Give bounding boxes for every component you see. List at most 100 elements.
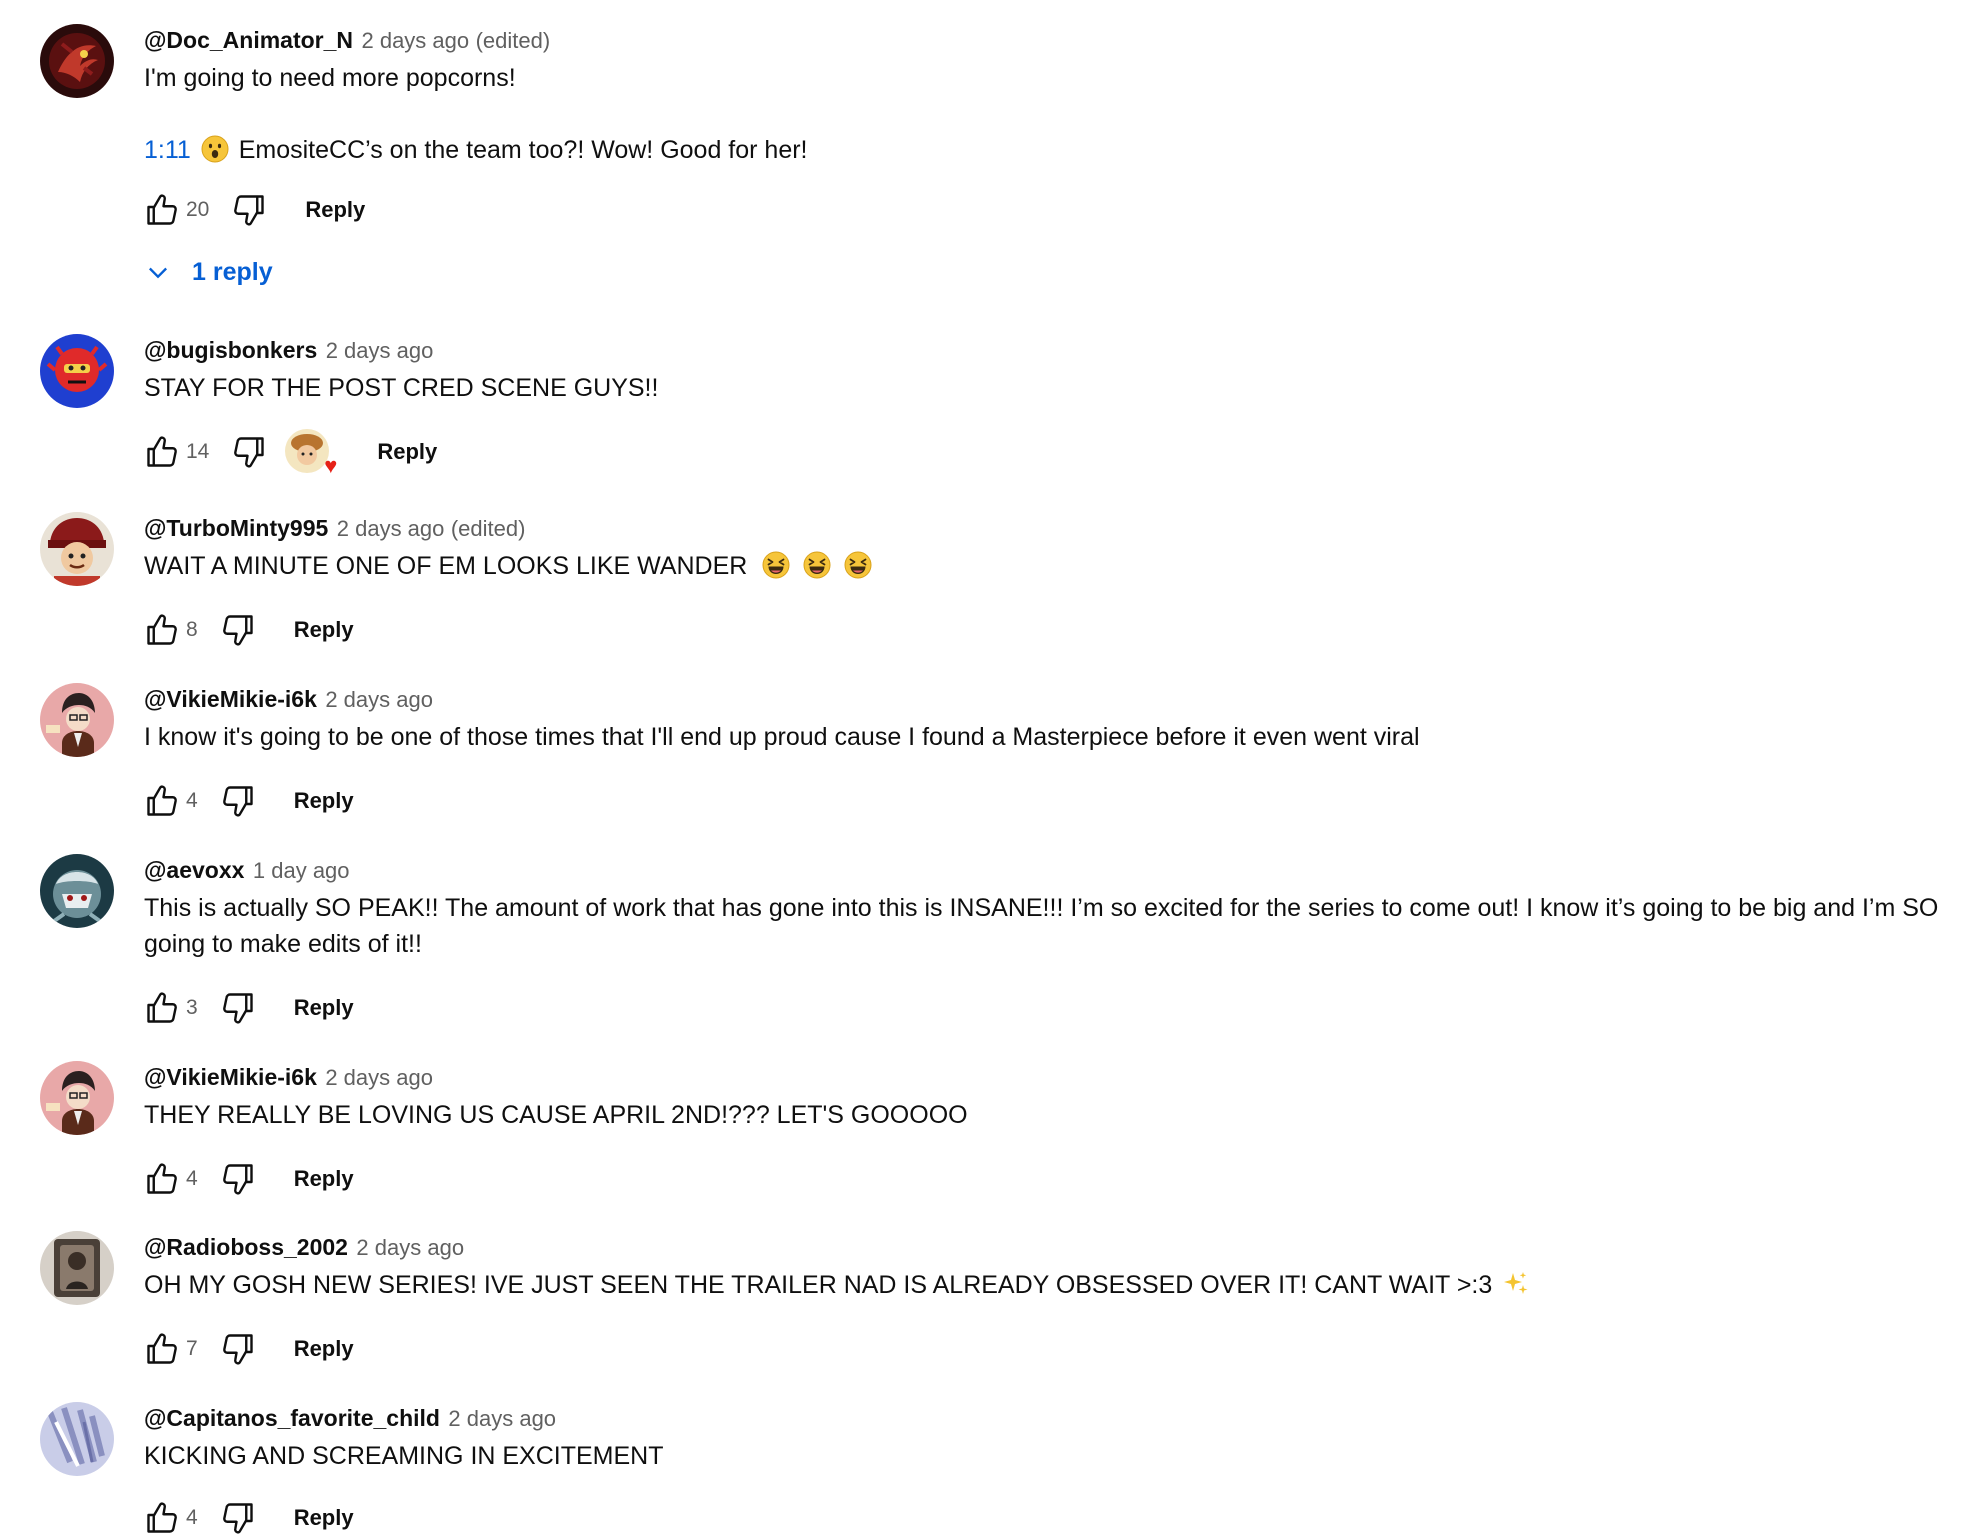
- comment-time[interactable]: 2 days ago: [361, 28, 469, 53]
- heart-icon: ♥: [324, 453, 338, 478]
- thumbs-down-icon[interactable]: [216, 608, 260, 652]
- comment-text: I know it's going to be one of those tim…: [144, 723, 1420, 751]
- comment-body: @Doc_Animator_N 2 days ago (edited) I'm …: [144, 24, 1960, 173]
- avatar[interactable]: [40, 24, 114, 98]
- sparkles-icon: [1502, 1270, 1530, 1308]
- thumbs-down-icon[interactable]: [216, 986, 260, 1030]
- comment-time[interactable]: 2 days ago: [356, 1235, 464, 1260]
- reply-button[interactable]: Reply: [294, 1497, 354, 1539]
- comment-actions: 4 Reply: [140, 1157, 354, 1201]
- comment-time[interactable]: 2 days ago: [448, 1406, 556, 1431]
- like-count: 4: [186, 1167, 198, 1190]
- chevron-down-icon: [149, 267, 167, 279]
- author-name[interactable]: @aevoxx: [144, 857, 244, 883]
- view-replies-button[interactable]: 1 reply: [144, 250, 273, 294]
- thumbs-down-icon[interactable]: [227, 188, 271, 232]
- comment-actions: 4 Reply: [140, 779, 354, 823]
- reply-button[interactable]: Reply: [294, 609, 354, 651]
- thumbs-down-icon[interactable]: [216, 1327, 260, 1371]
- avatar[interactable]: [40, 1231, 114, 1305]
- comment-body: @aevoxx 1 day ago This is actually SO PE…: [144, 854, 1960, 962]
- grinning-squinting-face-icon: [762, 551, 790, 589]
- comment-text: STAY FOR THE POST CRED SCENE GUYS!!: [144, 374, 659, 402]
- comment-actions: 8 Reply: [140, 608, 354, 652]
- comment-line: I'm going to need more popcorns!: [144, 64, 516, 92]
- thumbs-down-icon[interactable]: [216, 1496, 260, 1540]
- thumbs-up-icon[interactable]: [140, 986, 184, 1030]
- comment-actions: 3 Reply: [140, 986, 354, 1030]
- like-count: 8: [186, 618, 198, 641]
- creator-avatar: [285, 429, 330, 473]
- comment-time[interactable]: 2 days ago: [337, 516, 445, 541]
- timestamp-link[interactable]: 1:11: [144, 136, 191, 164]
- author-name[interactable]: @Capitanos_favorite_child: [144, 1405, 440, 1431]
- reply-button[interactable]: Reply: [294, 1328, 354, 1370]
- comment-time[interactable]: 2 days ago: [325, 687, 433, 712]
- author-name[interactable]: @bugisbonkers: [144, 337, 317, 363]
- comments-section: @Doc_Animator_N 2 days ago (edited) I'm …: [0, 0, 1980, 1522]
- thumbs-up-icon[interactable]: [140, 1327, 184, 1371]
- thumbs-up-icon[interactable]: [140, 608, 184, 652]
- reply-button[interactable]: Reply: [294, 1158, 354, 1200]
- comment-line: OH MY GOSH NEW SERIES! IVE JUST SEEN THE…: [144, 1271, 1493, 1299]
- comment-body: @bugisbonkers 2 days ago STAY FOR THE PO…: [144, 334, 1960, 406]
- like-count: 7: [186, 1337, 198, 1360]
- reply-button[interactable]: Reply: [305, 189, 365, 231]
- comment-text: This is actually SO PEAK!! The amount of…: [144, 894, 1939, 958]
- comment-body: @Capitanos_favorite_child 2 days ago KIC…: [144, 1402, 1960, 1474]
- thumbs-up-icon[interactable]: [140, 188, 184, 232]
- comment-text: OH MY GOSH NEW SERIES! IVE JUST SEEN THE…: [144, 1267, 1960, 1308]
- grinning-squinting-face-icon: [803, 551, 831, 589]
- like-count: 4: [186, 789, 198, 812]
- comment-header: @bugisbonkers 2 days ago: [144, 334, 1960, 366]
- comment-time[interactable]: 2 days ago: [326, 338, 434, 363]
- thumbs-up-icon[interactable]: [140, 1157, 184, 1201]
- comment-header: @VikieMikie-i6k 2 days ago: [144, 1061, 1960, 1093]
- reply-button[interactable]: Reply: [377, 431, 437, 473]
- author-name[interactable]: @Radioboss_2002: [144, 1234, 348, 1260]
- thumbs-up-icon[interactable]: [140, 1496, 184, 1540]
- thumbs-down-icon[interactable]: [227, 430, 271, 474]
- comment-body: @VikieMikie-i6k 2 days ago I know it's g…: [144, 683, 1960, 755]
- creator-heart-badge: ♥: [285, 429, 337, 477]
- thumbs-down-icon[interactable]: [216, 779, 260, 823]
- comment-text: I'm going to need more popcorns! 1:11 Em…: [144, 60, 1960, 173]
- avatar[interactable]: [40, 1402, 114, 1476]
- thumbs-up-icon[interactable]: [140, 430, 184, 474]
- avatar[interactable]: [40, 334, 114, 408]
- like-count: 3: [186, 996, 198, 1019]
- comment-header: @Doc_Animator_N 2 days ago (edited): [144, 24, 1960, 56]
- like-count: 4: [186, 1506, 198, 1529]
- avatar[interactable]: [40, 854, 114, 928]
- avatar[interactable]: [40, 683, 114, 757]
- astonished-face-icon: [201, 135, 229, 173]
- replies-count-label: 1 reply: [192, 257, 273, 286]
- comment-body: @TurboMinty995 2 days ago (edited) WAIT …: [144, 512, 1960, 589]
- reply-button[interactable]: Reply: [294, 987, 354, 1029]
- reply-button[interactable]: Reply: [294, 780, 354, 822]
- comment-body: @Radioboss_2002 2 days ago OH MY GOSH NE…: [144, 1231, 1960, 1308]
- comment-text: THEY REALLY BE LOVING US CAUSE APRIL 2ND…: [144, 1101, 968, 1129]
- comment-actions: 7 Reply: [140, 1327, 354, 1371]
- author-name[interactable]: @VikieMikie-i6k: [144, 686, 317, 712]
- comment-actions: 14 ♥ Reply: [140, 429, 437, 477]
- author-name[interactable]: @TurboMinty995: [144, 515, 328, 541]
- comment-header: @VikieMikie-i6k 2 days ago: [144, 683, 1960, 715]
- thumbs-up-icon[interactable]: [140, 779, 184, 823]
- thumbs-down-icon[interactable]: [216, 1157, 260, 1201]
- like-count: 14: [186, 440, 210, 463]
- comment-line: WAIT A MINUTE ONE OF EM LOOKS LIKE WANDE…: [144, 552, 748, 580]
- avatar[interactable]: [40, 1061, 114, 1135]
- author-name[interactable]: @VikieMikie-i6k: [144, 1064, 317, 1090]
- comment-actions: 4 Reply: [140, 1496, 354, 1540]
- avatar[interactable]: [40, 512, 114, 586]
- comment-header: @Radioboss_2002 2 days ago: [144, 1231, 1960, 1263]
- comment-time[interactable]: 2 days ago: [325, 1065, 433, 1090]
- comment-text: WAIT A MINUTE ONE OF EM LOOKS LIKE WANDE…: [144, 548, 1960, 589]
- comment-actions: 20 Reply: [140, 188, 365, 232]
- comment-time[interactable]: 1 day ago: [253, 858, 350, 883]
- edited-label: (edited): [450, 516, 526, 541]
- comment-line: EmositeCC’s on the team too?! Wow! Good …: [238, 136, 808, 164]
- author-name[interactable]: @Doc_Animator_N: [144, 27, 353, 53]
- comment-header: @aevoxx 1 day ago: [144, 854, 1960, 886]
